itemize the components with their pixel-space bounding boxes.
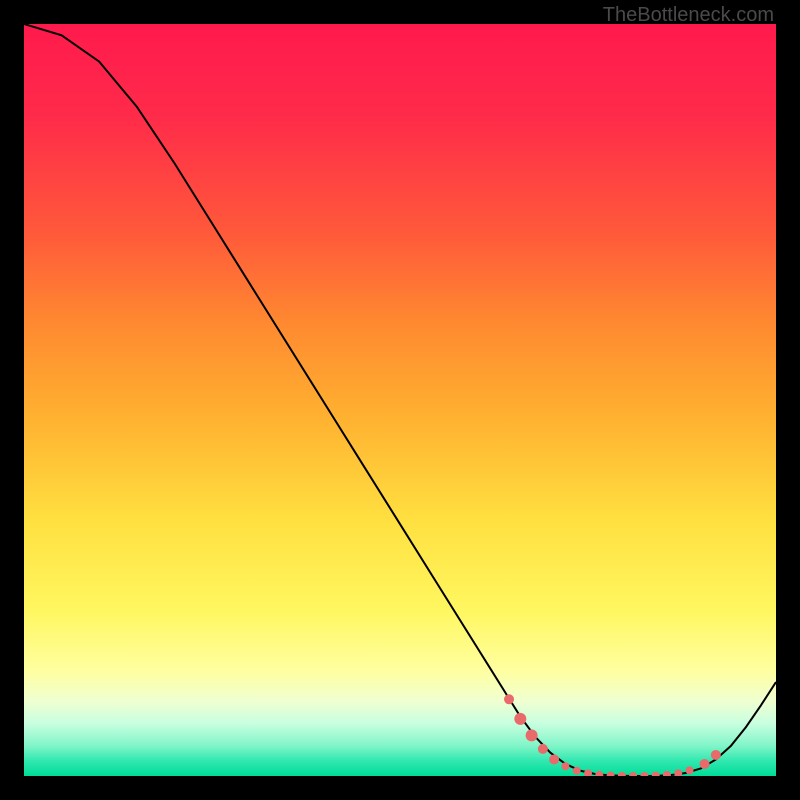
chart-marker [618, 772, 626, 776]
chart-marker [640, 772, 648, 776]
chart-marker [663, 771, 671, 776]
chart-marker [584, 769, 592, 776]
chart-marker [595, 771, 603, 776]
chart-marker [700, 759, 710, 769]
chart-marker [526, 729, 538, 741]
chart-svg [24, 24, 776, 776]
chart-marker [686, 766, 694, 774]
chart-marker [674, 769, 682, 776]
chart-marker [629, 772, 637, 776]
chart-marker [573, 767, 581, 775]
chart-marker [561, 762, 569, 770]
chart-marker [538, 744, 548, 754]
chart-marker [652, 772, 660, 776]
chart-curve [24, 24, 776, 776]
chart-plot-area [24, 24, 776, 776]
chart-marker [607, 772, 615, 776]
chart-marker [504, 694, 514, 704]
chart-marker [711, 750, 721, 760]
chart-marker [514, 713, 526, 725]
watermark-text: TheBottleneck.com [603, 4, 774, 27]
chart-markers [504, 694, 721, 776]
chart-marker [549, 754, 559, 764]
